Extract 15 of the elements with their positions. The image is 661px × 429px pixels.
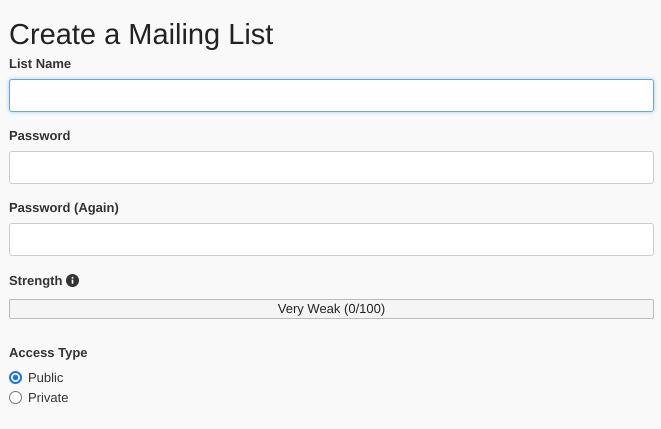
field-label: Password — [9, 128, 70, 144]
input-field[interactable] — [9, 151, 654, 184]
field-label: Password (Again) — [9, 200, 119, 216]
field-label: List Name — [9, 56, 72, 72]
page-title: Create a Mailing List — [9, 18, 274, 52]
access-type-label: Access Type — [9, 345, 88, 361]
radio-button[interactable] — [9, 390, 22, 404]
strength-label: Strength — [9, 272, 62, 288]
strength-reading: Very Weak (0/100) — [276, 300, 386, 318]
radio-button[interactable] — [9, 370, 22, 384]
input-field[interactable] — [9, 79, 654, 112]
info-icon[interactable] — [66, 274, 80, 286]
input-field[interactable] — [9, 223, 654, 256]
radio-label: Private — [28, 390, 68, 404]
radio-label: Public — [28, 370, 64, 384]
